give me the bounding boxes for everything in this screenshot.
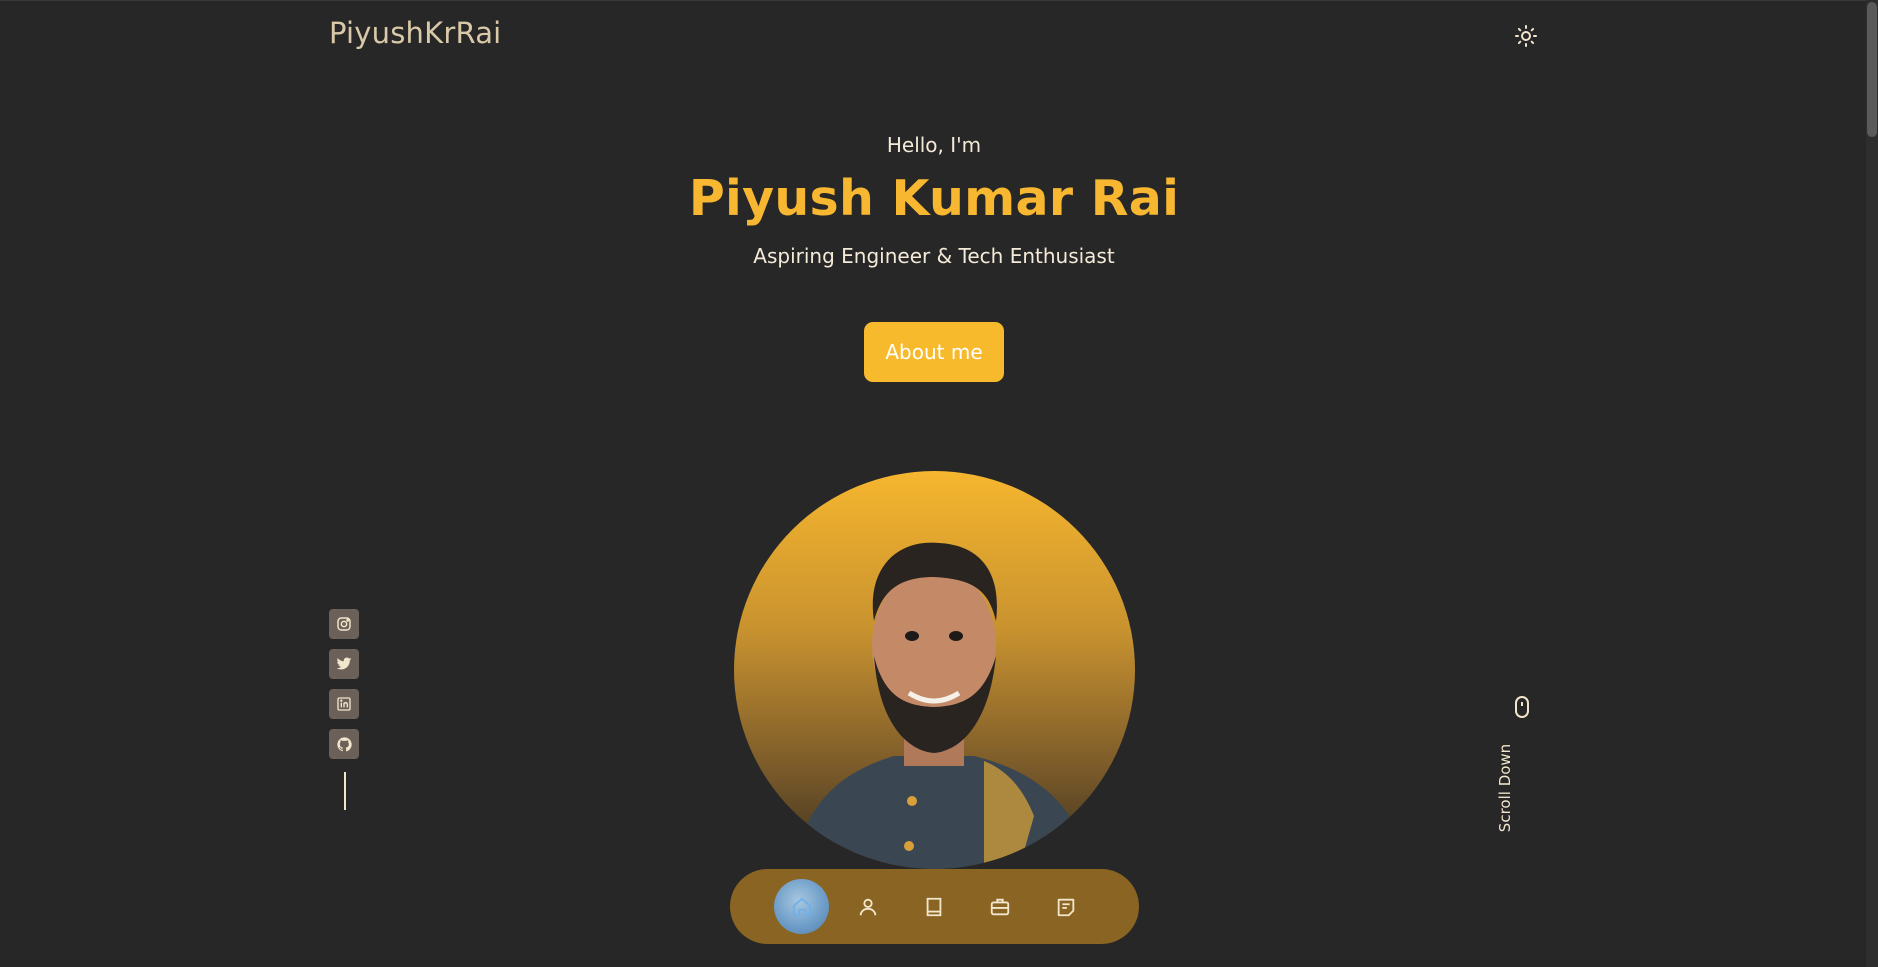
hero-name: Piyush Kumar Rai <box>688 170 1180 227</box>
github-icon <box>336 736 352 751</box>
nav-contact[interactable] <box>1038 879 1093 934</box>
sun-icon <box>1515 25 1537 47</box>
social-links <box>329 609 359 769</box>
nav-portfolio[interactable] <box>972 879 1027 934</box>
mouse-icon <box>1515 696 1529 718</box>
scrollbar-thumb[interactable] <box>1867 2 1877 137</box>
briefcase-icon <box>990 898 1009 915</box>
instagram-link[interactable] <box>329 609 359 639</box>
user-icon <box>859 898 876 915</box>
top-border <box>0 0 1878 1</box>
theme-toggle-button[interactable] <box>1512 22 1540 50</box>
profile-photo <box>734 471 1135 869</box>
social-divider-line <box>344 772 346 810</box>
instagram-icon <box>337 617 351 631</box>
github-link[interactable] <box>329 729 359 759</box>
message-icon <box>1057 898 1074 916</box>
hero-subtitle: Aspiring Engineer & Tech Enthusiast <box>753 244 1115 268</box>
page-scrollbar[interactable] <box>1866 0 1878 967</box>
bottom-navigation <box>730 869 1139 944</box>
nav-resume[interactable] <box>906 879 961 934</box>
twitter-link[interactable] <box>329 649 359 679</box>
site-logo[interactable]: PiyushKrRai <box>329 16 501 50</box>
linkedin-link[interactable] <box>329 689 359 719</box>
twitter-icon <box>336 657 352 670</box>
hero-greeting: Hello, I'm <box>886 133 982 157</box>
nav-about[interactable] <box>840 879 895 934</box>
scroll-down-label: Scroll Down <box>1496 743 1514 833</box>
nav-home[interactable] <box>774 879 829 934</box>
linkedin-icon <box>337 697 351 711</box>
person-illustration <box>794 542 1094 869</box>
book-icon <box>926 897 941 916</box>
about-me-button[interactable]: About me <box>864 322 1004 382</box>
home-icon <box>792 897 811 916</box>
